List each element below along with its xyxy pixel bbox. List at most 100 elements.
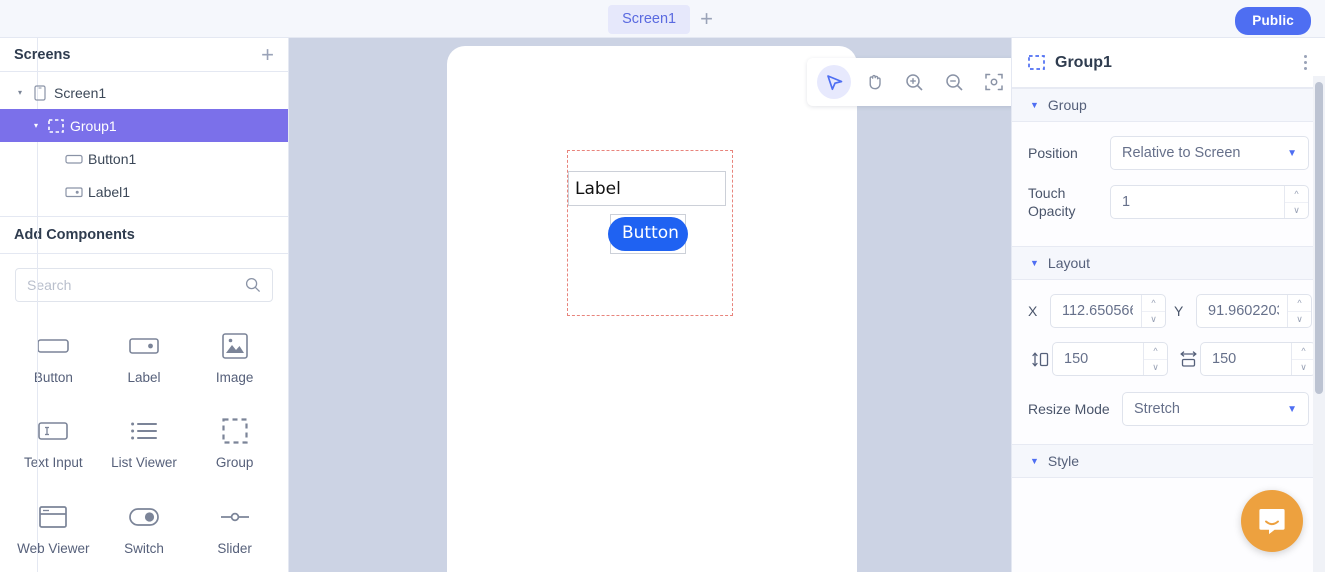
inspector-scrollbar-thumb[interactable]: [1315, 82, 1323, 394]
select-tool[interactable]: [817, 65, 851, 99]
label-icon: [129, 326, 159, 366]
stepper-down-icon[interactable]: ∨: [1285, 203, 1308, 219]
touch-opacity-stepper[interactable]: ^ ∨: [1110, 185, 1309, 219]
chat-launcher-button[interactable]: [1241, 490, 1303, 552]
canvas-button-label: Button: [608, 217, 688, 251]
chevron-down-icon[interactable]: ▾: [28, 121, 44, 130]
component-button[interactable]: Button: [8, 320, 99, 401]
section-header-group[interactable]: ▼ Group: [1012, 88, 1325, 122]
chevron-down-icon[interactable]: ▾: [12, 88, 28, 97]
public-button[interactable]: Public: [1235, 7, 1311, 35]
resize-mode-row: Resize Mode Stretch ▼: [1028, 392, 1309, 426]
phone-icon: [28, 84, 52, 101]
component-web-viewer[interactable]: Web Viewer: [8, 491, 99, 572]
y-input[interactable]: [1197, 295, 1287, 327]
height-input[interactable]: [1053, 343, 1143, 375]
tree-item-label: Button1: [88, 150, 137, 167]
component-slider[interactable]: Slider: [189, 491, 280, 572]
add-screen-tab-button[interactable]: +: [696, 8, 717, 30]
intercom-chat-icon: [1259, 509, 1285, 535]
component-label: List Viewer: [111, 455, 177, 471]
canvas-button-component[interactable]: Button: [608, 214, 688, 254]
add-screen-button[interactable]: +: [261, 43, 274, 66]
stepper-up-icon[interactable]: ^: [1288, 295, 1311, 312]
stepper-up-icon[interactable]: ^: [1144, 343, 1167, 360]
component-group[interactable]: Group: [189, 405, 280, 486]
kebab-menu-icon[interactable]: [1298, 51, 1313, 74]
component-palette: Button Label Image Text Input List Viewe…: [0, 308, 288, 572]
y-label: Y: [1174, 303, 1184, 319]
stepper-down-icon[interactable]: ∨: [1142, 312, 1165, 328]
search-input[interactable]: [27, 277, 245, 293]
component-label: Image: [215, 370, 254, 385]
tree-item-screen1[interactable]: ▾ Screen1: [0, 76, 288, 109]
touch-opacity-input[interactable]: [1111, 186, 1284, 218]
section-title: Style: [1047, 453, 1080, 469]
fit-screen-tool[interactable]: [977, 65, 1011, 99]
stepper-down-icon[interactable]: ∨: [1288, 312, 1311, 328]
stepper-arrows[interactable]: ^ ∨: [1143, 343, 1167, 375]
layout-properties: X ^ ∨ Y ^ ∨: [1012, 280, 1325, 444]
canvas-label-component[interactable]: Label: [568, 171, 726, 206]
height-icon: [1028, 351, 1052, 368]
section-title: Layout: [1047, 255, 1090, 271]
width-stepper[interactable]: ^ ∨: [1200, 342, 1316, 376]
component-list-viewer[interactable]: List Viewer: [99, 405, 190, 486]
resize-mode-select[interactable]: Stretch ▼: [1122, 392, 1309, 426]
stepper-arrows[interactable]: ^ ∨: [1141, 295, 1165, 327]
section-header-style[interactable]: ▼ Style: [1012, 444, 1325, 478]
position-label: Position: [1028, 145, 1078, 161]
touch-opacity-label: Touch Opacity: [1028, 185, 1076, 219]
height-stepper[interactable]: ^ ∨: [1052, 342, 1168, 376]
image-icon: [221, 326, 248, 366]
screens-title: Screens: [14, 46, 71, 63]
stepper-arrows[interactable]: ^ ∨: [1291, 343, 1315, 375]
position-select[interactable]: Relative to Screen ▼: [1110, 136, 1309, 170]
zoom-out-tool[interactable]: [937, 65, 971, 99]
chevron-down-icon: ▼: [1287, 147, 1297, 159]
tree-item-label: Screen1: [54, 84, 107, 101]
label-icon: [62, 186, 86, 198]
section-header-layout[interactable]: ▼ Layout: [1012, 246, 1325, 280]
zoom-in-icon: [905, 73, 923, 91]
tree-item-label: Group1: [70, 117, 117, 134]
stepper-down-icon[interactable]: ∨: [1144, 360, 1167, 376]
tree-item-label1[interactable]: Label1: [0, 175, 288, 208]
add-components-header: Add Components: [0, 216, 288, 254]
chevron-down-icon: ▼: [1030, 455, 1039, 466]
inspector-header: Group1: [1012, 38, 1325, 88]
text-input-icon: [38, 411, 69, 451]
y-stepper[interactable]: ^ ∨: [1196, 294, 1312, 328]
component-label: Web Viewer: [17, 540, 90, 556]
stepper-arrows[interactable]: ^ ∨: [1284, 186, 1308, 218]
x-label: X: [1028, 303, 1038, 319]
stepper-arrows[interactable]: ^ ∨: [1287, 295, 1311, 327]
x-stepper[interactable]: ^ ∨: [1050, 294, 1166, 328]
component-text-input[interactable]: Text Input: [8, 405, 99, 486]
search-wrapper: [0, 254, 288, 308]
stepper-up-icon[interactable]: ^: [1285, 186, 1308, 203]
component-label: Slider: [217, 540, 252, 556]
chevron-down-icon: ▼: [1287, 403, 1297, 415]
xy-row: X ^ ∨ Y ^ ∨: [1028, 294, 1312, 328]
stepper-up-icon[interactable]: ^: [1292, 343, 1315, 360]
pan-tool[interactable]: [857, 65, 891, 99]
stepper-up-icon[interactable]: ^: [1142, 295, 1165, 312]
zoom-out-icon: [945, 73, 963, 91]
component-image[interactable]: Image: [189, 320, 280, 401]
tab-screen1[interactable]: Screen1: [608, 4, 691, 34]
phone-preview[interactable]: Label Button: [447, 46, 857, 572]
width-input[interactable]: [1201, 343, 1291, 375]
zoom-in-tool[interactable]: [897, 65, 931, 99]
component-label[interactable]: Label: [99, 320, 190, 401]
component-switch[interactable]: Switch: [99, 491, 190, 572]
search-box[interactable]: [15, 268, 273, 302]
canvas-area[interactable]: Label Button: [289, 38, 1011, 572]
x-input[interactable]: [1051, 295, 1141, 327]
resize-mode-label: Resize Mode: [1028, 401, 1110, 417]
tree-item-button1[interactable]: Button1: [0, 142, 288, 175]
component-label: Label: [127, 370, 161, 385]
stepper-down-icon[interactable]: ∨: [1292, 360, 1315, 376]
tree-item-group1[interactable]: ▾ Group1: [0, 109, 288, 142]
canvas-toolbar: [807, 58, 1011, 106]
